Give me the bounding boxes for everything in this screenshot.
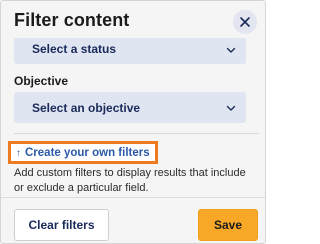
panel-title: Filter content (14, 10, 130, 30)
chevron-down-icon (226, 105, 236, 111)
create-custom-filters-label: Create your own filters (25, 147, 150, 160)
clear-filters-button[interactable]: Clear filters (14, 209, 109, 241)
objective-select[interactable]: Select an objective (14, 92, 246, 123)
footer-divider (1, 197, 265, 198)
custom-filters-help-text: Add custom filters to display results th… (14, 167, 246, 194)
arrow-icon: ↑ (16, 148, 21, 159)
save-button[interactable]: Save (198, 209, 258, 241)
close-icon (240, 17, 250, 27)
status-select-value: Select a status (32, 42, 117, 56)
objective-select-value: Select an objective (32, 101, 141, 115)
close-button[interactable] (233, 10, 257, 34)
create-custom-filters-link[interactable]: ↑ Create your own filters (8, 141, 158, 164)
objective-label: Objective (14, 74, 69, 88)
filter-panel: Filter content Select a status Objective… (0, 0, 266, 244)
chevron-down-icon (226, 47, 236, 53)
section-divider (14, 133, 259, 134)
panel-header: Filter content (1, 1, 265, 41)
status-select[interactable]: Select a status (14, 38, 246, 64)
